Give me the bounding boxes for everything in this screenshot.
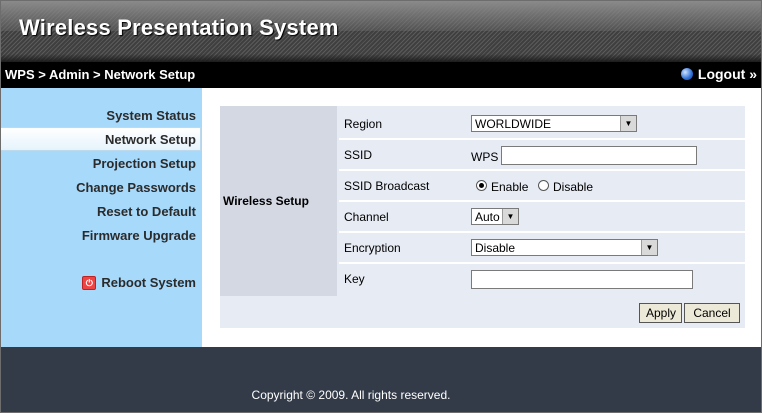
- channel-label: Channel: [344, 210, 389, 224]
- chevron-down-icon: ▼: [502, 209, 518, 224]
- breadcrumb: WPS > Admin > Network Setup: [5, 67, 196, 82]
- key-input[interactable]: [471, 270, 693, 289]
- app-frame: Wireless Presentation System WPS > Admin…: [0, 0, 762, 413]
- ssid-broadcast-label: SSID Broadcast: [344, 179, 430, 193]
- section-label: Wireless Setup: [223, 194, 309, 208]
- cancel-button[interactable]: Cancel: [684, 303, 740, 323]
- row-encryption: Encryption Disable ▼: [339, 233, 745, 262]
- encryption-value: Disable: [475, 241, 516, 255]
- disable-radio-label: Disable: [553, 180, 594, 194]
- enable-radio[interactable]: [476, 180, 487, 191]
- sidebar-item-system-status[interactable]: System Status: [106, 108, 196, 123]
- row-key: Key: [339, 264, 745, 293]
- section-cell: Wireless Setup: [220, 106, 337, 296]
- encryption-label: Encryption: [344, 241, 401, 255]
- region-label: Region: [344, 117, 383, 131]
- row-channel: Channel Auto ▼: [339, 202, 745, 231]
- chevron-down-icon: ▼: [620, 116, 636, 131]
- reboot-label: Reboot System: [101, 275, 196, 290]
- sidebar-item-reset-to-default[interactable]: Reset to Default: [97, 204, 196, 219]
- power-icon: ⏻: [82, 275, 97, 290]
- wireless-setup-panel: Wireless Setup Region WORLDWIDE ▼ SSID W…: [220, 106, 745, 328]
- enable-radio-label: Enable: [491, 180, 529, 194]
- sidebar-item-firmware-upgrade[interactable]: Firmware Upgrade: [82, 228, 196, 243]
- key-label: Key: [344, 272, 365, 286]
- chevron-down-icon: ▼: [641, 240, 657, 255]
- sidebar-item-change-passwords[interactable]: Change Passwords: [76, 180, 196, 195]
- ssid-input[interactable]: [501, 146, 697, 165]
- ssid-label: SSID: [344, 148, 373, 162]
- sidebar-item-network-setup[interactable]: Network Setup: [105, 132, 196, 147]
- logout-link[interactable]: Logout »: [680, 66, 757, 82]
- row-region: Region WORLDWIDE ▼: [339, 109, 745, 138]
- disable-radio[interactable]: [538, 180, 549, 191]
- row-ssid-broadcast: SSID Broadcast Enable Disable: [339, 171, 745, 200]
- region-select[interactable]: WORLDWIDE ▼: [471, 115, 637, 132]
- channel-value: Auto: [475, 210, 500, 224]
- sidebar-item-reboot-system[interactable]: ⏻ Reboot System: [82, 275, 196, 290]
- apply-button[interactable]: Apply: [639, 303, 682, 323]
- top-bar: WPS > Admin > Network Setup Logout »: [1, 62, 761, 88]
- region-value: WORLDWIDE: [475, 117, 551, 131]
- globe-icon: [680, 68, 693, 80]
- row-ssid: SSID WPS: [339, 140, 745, 169]
- main-content: Wireless Setup Region WORLDWIDE ▼ SSID W…: [202, 88, 761, 347]
- copyright-text: Copyright © 2009. All rights reserved.: [251, 388, 451, 402]
- channel-select[interactable]: Auto ▼: [471, 208, 519, 225]
- sidebar-item-projection-setup[interactable]: Projection Setup: [93, 156, 196, 171]
- ssid-prefix: WPS: [471, 150, 499, 164]
- footer: Copyright © 2009. All rights reserved.: [1, 347, 761, 412]
- sidebar: System Status Network Setup Projection S…: [1, 88, 202, 347]
- encryption-select[interactable]: Disable ▼: [471, 239, 658, 256]
- app-title: Wireless Presentation System: [19, 15, 339, 40]
- logout-label: Logout »: [697, 66, 757, 82]
- app-header: Wireless Presentation System: [1, 1, 761, 62]
